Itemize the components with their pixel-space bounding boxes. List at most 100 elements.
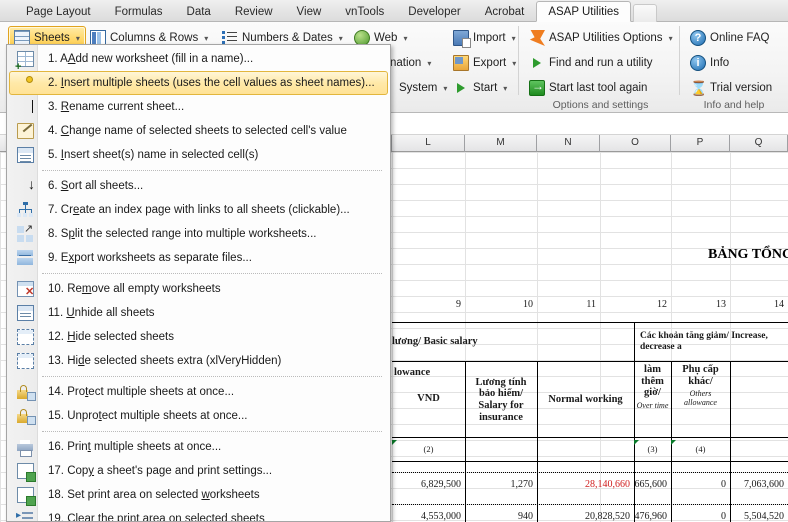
header-group-increase-decrease: Các khoản tăng giảm/ Increase, decrease …	[640, 331, 768, 352]
menu-item-label: 13. Hide selected sheets extra (xlVeryHi…	[48, 355, 282, 367]
menu-item-label: 2. Insert multiple sheets (uses the cell…	[48, 77, 375, 89]
grid-line	[0, 152, 1, 522]
hide-sheets-icon	[14, 327, 39, 347]
table-data-cell[interactable]: 28,140,660	[537, 476, 634, 494]
ribbon-asap-options-button[interactable]: ASAP Utilities Options ▾	[523, 26, 679, 50]
ribbon-information-button[interactable]: nation ▾	[384, 51, 437, 75]
table-data-cell[interactable]: 5,504,520	[730, 508, 788, 522]
table-data-cell[interactable]: 940	[465, 508, 537, 522]
table-data-cell[interactable]: 0	[671, 508, 730, 522]
menu-item-12[interactable]: 12. Hide selected sheets	[9, 325, 388, 349]
index-page-icon-glyph	[17, 202, 34, 218]
group-divider	[679, 26, 680, 95]
menu-item-13[interactable]: 13. Hide selected sheets extra (xlVeryHi…	[9, 349, 388, 373]
menu-item-15[interactable]: 15. Unprotect multiple sheets at once...	[9, 404, 388, 428]
column-header-O[interactable]: O	[600, 135, 671, 152]
ribbon-tab-developer[interactable]: Developer	[396, 1, 472, 22]
menu-item-14[interactable]: 14. Protect multiple sheets at once...	[9, 380, 388, 404]
column-number-cell: 14	[774, 299, 784, 311]
ribbon-item-label: Export	[473, 57, 507, 69]
protect-sheets-icon	[14, 382, 39, 402]
menu-item-4[interactable]: 4. Change name of selected sheets to sel…	[9, 119, 388, 143]
menu-item-7[interactable]: 7. Create an index page with links to al…	[9, 198, 388, 222]
ribbon-item-label: Trial version	[710, 82, 773, 94]
table-data-cell[interactable]: 13,476,960	[634, 508, 671, 522]
ribbon-start-last-tool-button[interactable]: Start last tool again	[523, 76, 653, 100]
ribbon-trial-version-button[interactable]: ⌛ Trial version	[684, 76, 778, 100]
insert-multiple-sheets-icon	[14, 73, 39, 93]
hide-sheets-icon-glyph	[17, 329, 34, 345]
ribbon-tab-acrobat[interactable]: Acrobat	[473, 1, 537, 22]
subheader-text: Phụ cấp khác/	[682, 363, 719, 387]
export-icon	[453, 55, 469, 71]
menu-item-1[interactable]: 1. AAdd new worksheet (fill in a name)..…	[9, 47, 388, 73]
menu-item-8[interactable]: 8. Split the selected range into multipl…	[9, 222, 388, 246]
remove-empty-worksheets-icon	[14, 279, 39, 299]
table-subheader: Phụ cấp khác/Others allowance	[671, 363, 730, 409]
group-label-info: Info and help	[703, 99, 765, 111]
ribbon-item-label: Start last tool again	[549, 82, 648, 94]
print-multiple-sheets-icon	[14, 437, 39, 457]
menu-item-label: 10. Remove all empty worksheets	[48, 283, 221, 295]
menu-item-16[interactable]: 16. Print multiple sheets at once...	[9, 435, 388, 459]
unhide-sheets-icon-glyph	[17, 305, 34, 321]
menu-item-label: 5. Insert sheet(s) name in selected cell…	[48, 149, 259, 161]
menu-item-2[interactable]: 2. Insert multiple sheets (uses the cell…	[9, 71, 388, 95]
print-multiple-sheets-icon-glyph	[17, 439, 34, 457]
table-data-cell[interactable]: 20,828,520	[537, 508, 634, 522]
ribbon-tab-data[interactable]: Data	[175, 1, 223, 22]
ribbon-tab-review[interactable]: Review	[223, 1, 285, 22]
column-header-M[interactable]: M	[465, 135, 537, 152]
menu-item-11[interactable]: 11. Unhide all sheets	[9, 301, 388, 325]
menu-item-18[interactable]: 18. Set print area on selected worksheet…	[9, 483, 388, 507]
column-header-P[interactable]: P	[671, 135, 730, 152]
index-page-icon	[14, 200, 39, 220]
clear-print-area-icon-glyph	[16, 510, 34, 521]
table-data-cell[interactable]: 1,270	[465, 476, 537, 494]
menu-item-17[interactable]: 17. Copy a sheet's page and print settin…	[9, 459, 388, 483]
table-data-cell[interactable]: 7,063,600	[730, 476, 788, 494]
ribbon-export-button[interactable]: Export ▾	[447, 51, 522, 75]
sheets-dropdown-menu[interactable]: 1. AAdd new worksheet (fill in a name)..…	[6, 44, 391, 522]
column-header-Q[interactable]: Q	[730, 135, 788, 152]
ribbon-tab-overflow[interactable]	[633, 4, 658, 22]
menu-separator	[42, 170, 382, 171]
menu-item-10[interactable]: 10. Remove all empty worksheets	[9, 277, 388, 301]
menu-item-3[interactable]: 3. Rename current sheet...	[9, 95, 388, 119]
ribbon-item-label: Sheets	[34, 32, 70, 44]
menu-item-5[interactable]: 5. Insert sheet(s) name in selected cell…	[9, 143, 388, 167]
ribbon-tab-formulas[interactable]: Formulas	[103, 1, 175, 22]
ribbon-tab-asap-utilities[interactable]: ASAP Utilities	[536, 1, 632, 22]
column-header-N[interactable]: N	[537, 135, 600, 152]
table-data-cell[interactable]: 17,665,600	[634, 476, 671, 494]
chevron-down-icon: ▾	[503, 83, 508, 93]
menu-item-19[interactable]: 19. Clear the print area on selected she…	[9, 507, 388, 521]
ribbon-system-button[interactable]: System ▾	[393, 76, 453, 100]
ribbon-tab-page-layout[interactable]: Page Layout	[14, 1, 103, 22]
ribbon-item-label: Info	[710, 57, 730, 69]
ribbon-find-run-utility-button[interactable]: Find and run a utility	[523, 51, 659, 75]
ribbon-item-label: Online FAQ	[710, 32, 770, 44]
menu-item-6[interactable]: 6. Sort all sheets...	[9, 174, 388, 198]
ribbon-item-label: System	[399, 82, 438, 94]
table-data-cell[interactable]: 4,553,000	[392, 508, 465, 522]
ribbon-tab-view[interactable]: View	[285, 1, 334, 22]
tab-label: Developer	[408, 6, 461, 18]
chevron-down-icon: ▾	[427, 58, 432, 68]
table-data-cell[interactable]: 6,829,500	[392, 476, 465, 494]
ribbon-online-faq-button[interactable]: ? Online FAQ	[684, 26, 775, 50]
subheader-text: Lương làm thêm giờ/	[637, 363, 667, 399]
tab-label: Review	[234, 6, 273, 18]
ribbon-tab-vntools[interactable]: vnTools	[333, 1, 396, 22]
table-border	[730, 361, 731, 437]
menu-item-label: 9. Export worksheets as separate files..…	[48, 252, 252, 264]
hourglass-icon: ⌛	[690, 80, 708, 96]
column-header-L[interactable]: L	[392, 135, 465, 152]
menu-item-9[interactable]: 9. Export worksheets as separate files..…	[9, 246, 388, 270]
ribbon-import-button[interactable]: Import ▾	[447, 26, 522, 50]
ribbon-start-button[interactable]: Start ▾	[447, 76, 513, 100]
table-data-cell[interactable]: 0	[671, 476, 730, 494]
chevron-down-icon: ▾	[668, 33, 673, 43]
ribbon-group-options-and-settings: ASAP Utilities Options ▾ Find and run a …	[521, 22, 680, 113]
ribbon-info-button[interactable]: i Info	[684, 51, 735, 75]
